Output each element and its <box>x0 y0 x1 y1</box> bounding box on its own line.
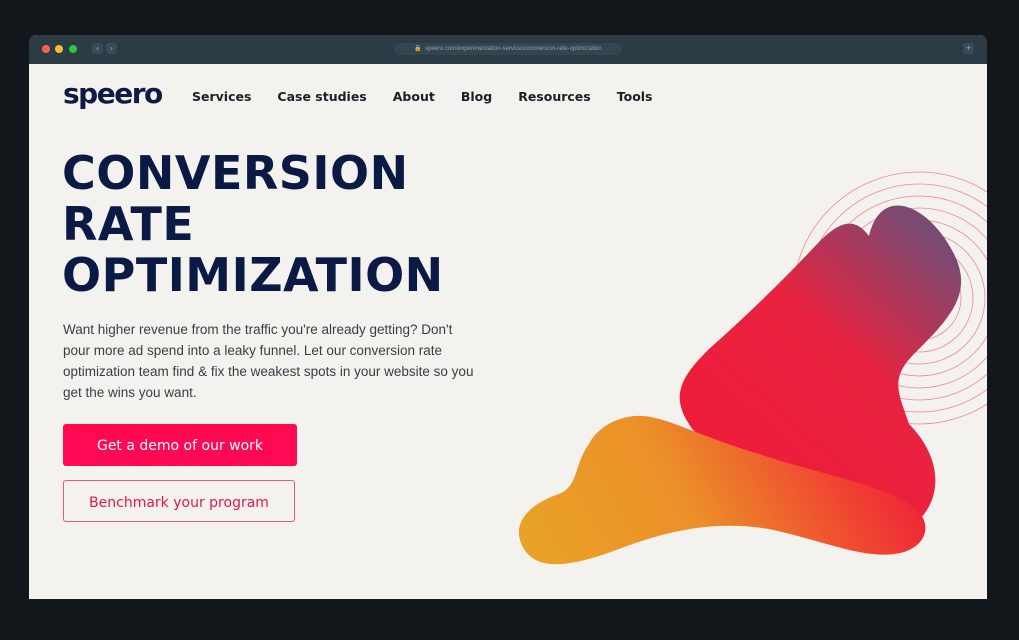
nav-about[interactable]: About <box>393 89 435 104</box>
hero-description: Want higher revenue from the traffic you… <box>63 322 474 400</box>
nav-blog[interactable]: Blog <box>461 89 492 104</box>
minimize-window-button[interactable] <box>55 45 63 53</box>
new-tab-icon[interactable]: + <box>963 43 974 54</box>
back-arrow-icon[interactable]: ‹ <box>92 43 103 54</box>
forward-arrow-icon[interactable]: › <box>106 43 117 54</box>
hero-title-line-3: OPTIMIZATION <box>62 248 444 302</box>
hero-title: CONVERSION RATE OPTIMIZATION <box>62 148 444 301</box>
address-bar[interactable]: 🔒 speero.com/experimentation-services/con… <box>394 43 622 55</box>
close-window-button[interactable] <box>42 45 50 53</box>
hero-title-line-2: RATE <box>62 197 195 251</box>
nav-resources[interactable]: Resources <box>518 89 591 104</box>
benchmark-button[interactable]: Benchmark your program <box>63 480 295 522</box>
nav-services[interactable]: Services <box>192 89 251 104</box>
browser-toolbar: ‹ › 🔒 speero.com/experimentation-services… <box>29 35 987 64</box>
lock-icon: 🔒 <box>414 46 422 52</box>
nav-tools[interactable]: Tools <box>617 89 653 104</box>
hero-title-line-1: CONVERSION <box>62 146 409 200</box>
maximize-window-button[interactable] <box>69 45 77 53</box>
demo-button[interactable]: Get a demo of our work <box>63 424 297 466</box>
hero-illustration <box>518 171 987 565</box>
main-nav: Services Case studies About Blog Resourc… <box>192 89 679 104</box>
web-page: speero Services Case studies About Blog … <box>29 64 987 599</box>
nav-case-studies[interactable]: Case studies <box>277 89 366 104</box>
speero-logo[interactable]: speero <box>63 77 163 111</box>
browser-window: ‹ › 🔒 speero.com/experimentation-services… <box>29 35 987 599</box>
url-text: speero.com/experimentation-services/conv… <box>424 46 602 52</box>
